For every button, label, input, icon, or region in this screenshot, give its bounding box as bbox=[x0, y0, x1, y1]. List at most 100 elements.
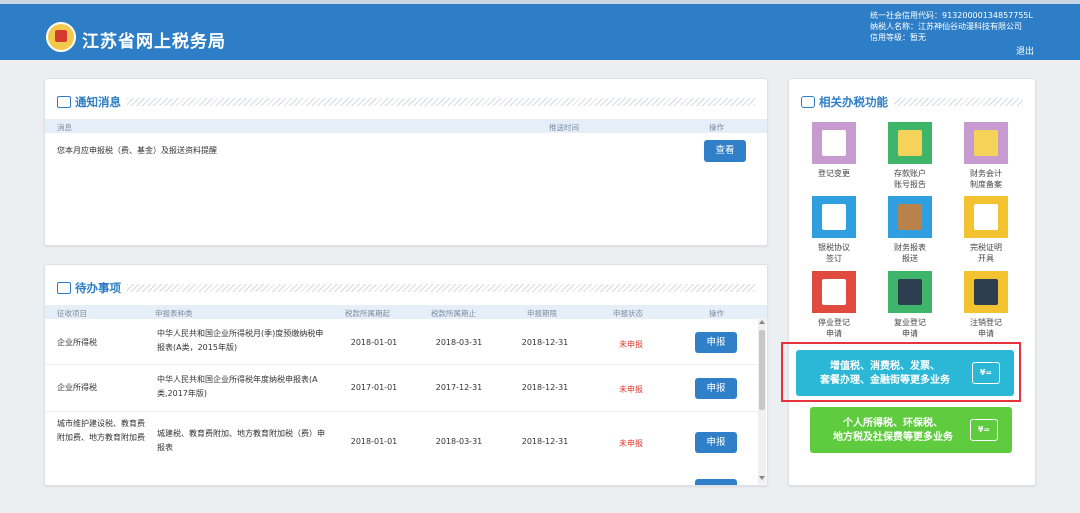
function-label: 复业登记 bbox=[894, 318, 926, 327]
tax-card-icon: ¥= bbox=[970, 419, 998, 441]
personal-button-line2: 地方税及社保费等更多业务 bbox=[833, 432, 953, 443]
form-type: 中华人民共和国企业所得税月(季)度预缴纳税申报表(A类，2015年版) bbox=[157, 329, 324, 352]
personal-tax-more-business-button[interactable]: 个人所得税、环保税、 地方税及社保费等更多业务 ¥= bbox=[810, 407, 1012, 453]
period-end: 2017-12-31 bbox=[435, 383, 483, 392]
cube-icon bbox=[801, 96, 815, 108]
levy-item: 城市维护建设税、教育费附加费、地方教育附加费 bbox=[57, 419, 145, 442]
declare-button[interactable]: 申报 bbox=[695, 378, 737, 399]
function-item[interactable]: 财务会计 制度备案 bbox=[964, 122, 1008, 190]
registration-change-icon[interactable] bbox=[812, 122, 856, 164]
function-label: 停业登记 bbox=[818, 318, 850, 327]
function-label: 账号报告 bbox=[894, 180, 926, 189]
ledger-icon[interactable] bbox=[964, 122, 1008, 164]
bank-card-icon[interactable] bbox=[888, 122, 932, 164]
user-info: 统一社会信用代码：9132000013485775​5L 纳税人名称：江苏神仙谷… bbox=[870, 10, 1033, 43]
col-action: 操作 bbox=[709, 309, 724, 318]
certificate-icon[interactable] bbox=[964, 196, 1008, 238]
form-type: 城建税、教育费附加、地方教育附加税（费）申报表 bbox=[157, 429, 325, 452]
credit-level: 信用等级：暂无 bbox=[870, 33, 926, 42]
function-label: 财务报表 bbox=[894, 243, 926, 252]
declare-button-partial[interactable] bbox=[695, 479, 737, 485]
cancel-register-icon[interactable] bbox=[964, 271, 1008, 313]
briefcase-icon[interactable] bbox=[888, 196, 932, 238]
period-start: 2017-01-01 bbox=[350, 383, 398, 392]
suspend-doc-icon[interactable] bbox=[812, 271, 856, 313]
message-bubble-icon bbox=[57, 96, 71, 108]
icon-glyph bbox=[822, 130, 846, 156]
col-status: 申报状态 bbox=[613, 309, 643, 318]
scroll-down-icon[interactable] bbox=[759, 476, 765, 480]
col-push-time: 推送时间 bbox=[549, 123, 579, 132]
function-label: 签订 bbox=[826, 254, 842, 263]
function-item[interactable]: 存款账户 账号报告 bbox=[888, 122, 932, 190]
checklist-icon bbox=[57, 282, 71, 294]
notice-table-header: 消息 推送时间 操作 bbox=[45, 119, 767, 133]
functions-title: 相关办税功能 bbox=[819, 95, 888, 109]
printer-icon[interactable] bbox=[888, 271, 932, 313]
function-label: 财务会计 bbox=[970, 169, 1002, 178]
function-label: 申请 bbox=[978, 329, 994, 338]
function-label: 开具 bbox=[978, 254, 994, 263]
icon-glyph bbox=[974, 204, 998, 230]
col-form-type: 申报表种类 bbox=[155, 309, 193, 318]
credit-code: 统一社会信用代码：9132000013485775​5L bbox=[870, 11, 1033, 20]
form-type: 中华人民共和国企业所得税年度纳税申报表(A类,2017年版) bbox=[157, 375, 318, 398]
todo-title: 待办事项 bbox=[75, 281, 121, 295]
period-start: 2018-01-01 bbox=[350, 338, 398, 347]
function-item[interactable]: 银税协议 签订 bbox=[812, 196, 856, 264]
vat-button-line1: 增值税、消费税、发票、 bbox=[830, 361, 940, 372]
col-period-start: 税款所属期起 bbox=[345, 309, 390, 318]
header-hatch bbox=[127, 284, 755, 292]
header-hatch bbox=[894, 98, 1023, 106]
function-label: 完税证明 bbox=[970, 243, 1002, 252]
function-label: 存款账户 bbox=[894, 169, 926, 178]
logout-link[interactable]: 退出 bbox=[1016, 44, 1034, 57]
function-label: 报送 bbox=[902, 254, 918, 263]
agreement-icon[interactable] bbox=[812, 196, 856, 238]
notice-panel: 通知消息 消息 推送时间 操作 您本月应申报税（费、基金）及报送资料提醒 查看 bbox=[44, 78, 768, 246]
scroll-thumb[interactable] bbox=[759, 330, 765, 410]
function-item[interactable]: 财务报表 报送 bbox=[888, 196, 932, 264]
function-item[interactable]: 复业登记 申请 bbox=[888, 271, 932, 339]
status-badge: 未申报 bbox=[619, 340, 643, 349]
icon-glyph bbox=[898, 279, 922, 305]
browser-strip bbox=[0, 0, 1080, 4]
icon-glyph bbox=[898, 204, 922, 230]
col-deadline: 申报期限 bbox=[527, 309, 557, 318]
vat-more-business-button[interactable]: 增值税、消费税、发票、 套餐办理、金融街等更多业务 ¥= bbox=[796, 350, 1014, 396]
function-item[interactable]: 完税证明 开具 bbox=[964, 196, 1008, 264]
vat-button-line2: 套餐办理、金融街等更多业务 bbox=[820, 375, 950, 386]
period-end: 2018-03-31 bbox=[435, 437, 483, 446]
period-start: 2018-01-01 bbox=[350, 437, 398, 446]
deadline: 2018-12-31 bbox=[521, 437, 569, 446]
status-badge: 未申报 bbox=[619, 439, 643, 448]
function-item[interactable]: 注销登记 申请 bbox=[964, 271, 1008, 339]
tax-bureau-emblem-icon bbox=[46, 22, 76, 52]
function-item[interactable]: 停业登记 申请 bbox=[812, 271, 856, 339]
period-end: 2018-03-31 bbox=[435, 338, 483, 347]
function-label: 登记变更 bbox=[818, 169, 850, 178]
scroll-up-icon[interactable] bbox=[759, 320, 765, 324]
icon-glyph bbox=[898, 130, 922, 156]
declare-button[interactable]: 申报 bbox=[695, 432, 737, 453]
levy-item: 企业所得税 bbox=[57, 383, 97, 392]
icon-glyph bbox=[974, 130, 998, 156]
tax-card-icon: ¥= bbox=[972, 362, 1000, 384]
col-message: 消息 bbox=[57, 123, 72, 132]
deadline: 2018-12-31 bbox=[521, 383, 569, 392]
function-item[interactable]: 登记变更 bbox=[812, 122, 856, 179]
declare-button[interactable]: 申报 bbox=[695, 332, 737, 353]
function-label: 申请 bbox=[902, 329, 918, 338]
notice-message: 您本月应申报税（费、基金）及报送资料提醒 bbox=[57, 146, 217, 155]
levy-item: 企业所得税 bbox=[57, 338, 97, 347]
row-divider bbox=[45, 364, 759, 365]
view-button[interactable]: 查看 bbox=[704, 140, 746, 162]
todo-scrollbar[interactable] bbox=[758, 318, 766, 484]
deadline: 2018-12-31 bbox=[521, 338, 569, 347]
todo-panel: 待办事项 征收项目 申报表种类 税款所属期起 税款所属期止 申报期限 申报状态 … bbox=[44, 264, 768, 486]
function-label: 申请 bbox=[826, 329, 842, 338]
taxpayer-name: 纳税人名称：江苏神仙谷动漫科技有限公司 bbox=[870, 22, 1022, 31]
function-label: 制度备案 bbox=[970, 180, 1002, 189]
notice-title: 通知消息 bbox=[75, 95, 121, 109]
col-period-end: 税款所属期止 bbox=[431, 309, 476, 318]
